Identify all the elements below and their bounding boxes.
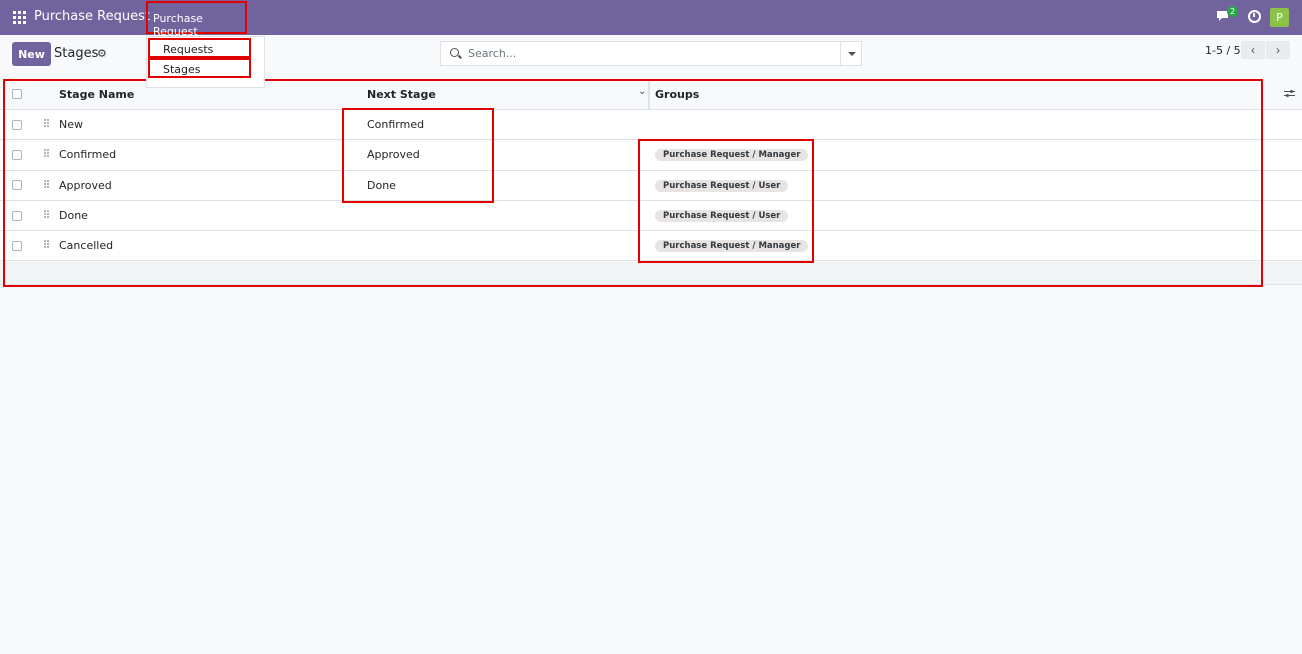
pager-previous-button[interactable]: ‹ <box>1241 41 1265 59</box>
menu-dropdown: Requests Stages <box>146 36 265 88</box>
groups-highlight-box <box>638 139 814 263</box>
list-highlight-box <box>3 79 1263 287</box>
app-title[interactable]: Purchase Request <box>34 9 150 24</box>
pager-value[interactable]: 1-5 / 5 <box>1205 44 1241 57</box>
chat-badge: 2 <box>1227 6 1238 17</box>
search-input[interactable] <box>468 45 828 62</box>
menu-purchase-request[interactable]: Purchase Request <box>146 1 247 38</box>
clock-icon[interactable] <box>1248 10 1261 23</box>
new-button[interactable]: New <box>12 42 51 66</box>
avatar[interactable]: P <box>1270 8 1289 27</box>
breadcrumb: Stages <box>54 46 99 61</box>
gear-icon[interactable]: ⚙ <box>97 47 107 60</box>
search-options-toggle[interactable] <box>840 41 862 66</box>
pager-next-button[interactable]: › <box>1266 41 1290 59</box>
menu-item-stages[interactable]: Stages <box>148 58 251 78</box>
next-stage-highlight-box <box>342 108 494 203</box>
apps-menu-icon[interactable] <box>13 11 26 24</box>
optional-columns-icon[interactable] <box>1284 88 1295 99</box>
search-bar <box>440 41 840 66</box>
search-icon <box>450 48 459 57</box>
menu-item-requests[interactable]: Requests <box>148 38 251 58</box>
top-navbar: Purchase Request Purchase Request 2 P <box>0 0 1302 38</box>
